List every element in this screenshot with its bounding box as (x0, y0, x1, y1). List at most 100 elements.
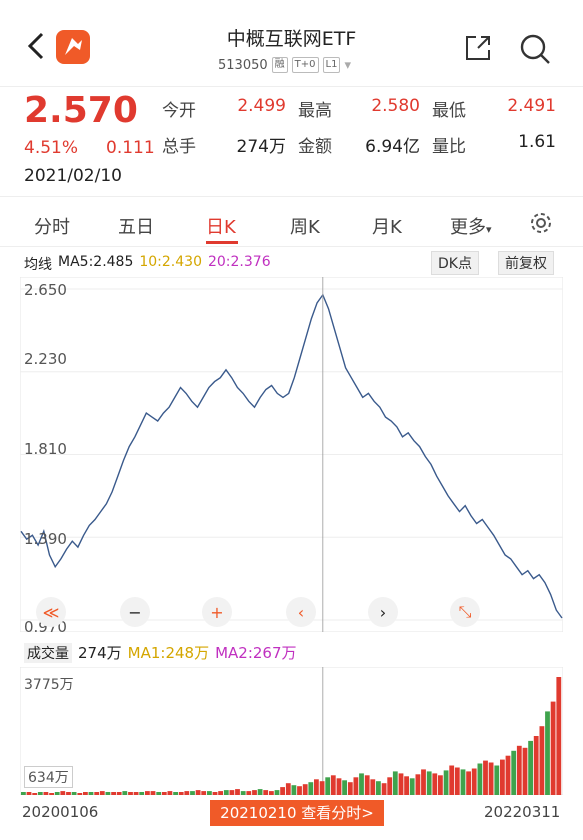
high-label: 最高 (298, 101, 332, 121)
volume-bar (353, 777, 359, 795)
volume-value: 274万 (78, 644, 122, 662)
volume-bar (426, 771, 432, 795)
y-tick-label: 2.230 (24, 350, 67, 368)
volume-bar (173, 792, 178, 795)
volume-bar (438, 775, 443, 795)
volume-bar (218, 791, 223, 795)
tab-weekly-k[interactable]: 周K (290, 213, 320, 239)
page-title: 中概互联网ETF (226, 28, 357, 50)
volume-max-label: 3775万 (24, 677, 74, 693)
volume-label[interactable]: 成交量 (24, 642, 72, 663)
volume-bar (483, 760, 488, 795)
hand-value: 274万 (236, 137, 286, 157)
low-label: 最低 (432, 101, 466, 121)
volume-bar (71, 792, 77, 795)
volume-bar (263, 790, 269, 795)
divider (0, 86, 583, 87)
volume-bar (392, 771, 398, 795)
volume-bar (522, 747, 528, 795)
volume-bar (302, 784, 308, 795)
volume-bar (285, 783, 291, 795)
chevron-down-icon: ▾ (486, 223, 492, 236)
zoom-in-button[interactable]: + (202, 597, 232, 627)
volume-bar (511, 750, 517, 795)
scroll-to-start-button[interactable]: ≪ (36, 597, 66, 627)
amount-value: 6.94亿 (365, 137, 420, 157)
volume-bar (21, 792, 26, 795)
volume-bar (49, 793, 54, 795)
volume-bar (257, 789, 263, 795)
volume-bar (184, 791, 190, 795)
volume-bar (505, 755, 511, 795)
dk-points-button[interactable]: DK点 (431, 251, 479, 275)
price-line-chart[interactable] (20, 277, 563, 632)
volume-bar (359, 773, 364, 795)
share-icon[interactable] (464, 34, 492, 62)
volume-bar (460, 769, 466, 795)
volume-bar (54, 792, 60, 795)
volume-bar (269, 791, 274, 795)
tab-monthly-k[interactable]: 月K (372, 213, 402, 239)
range-end-date: 20220311 (484, 803, 561, 821)
volume-bar (116, 792, 122, 795)
volume-bar (32, 793, 38, 795)
period-tabs: 分时 五日 日K 周K 月K 更多▾ (0, 205, 583, 245)
scroll-left-button[interactable]: ‹ (286, 597, 316, 627)
code-row: 513050 融 T+0 L1 ▾ (218, 57, 351, 73)
adjust-button[interactable]: 前复权 (498, 251, 554, 275)
volume-bar (516, 745, 522, 795)
volume-bar (223, 790, 229, 795)
volume-bar (161, 792, 167, 795)
chevron-down-icon[interactable]: ▾ (344, 58, 351, 73)
zoom-out-button[interactable]: − (120, 597, 150, 627)
volume-bar (150, 791, 156, 795)
view-intraday-button[interactable]: 20210210 查看分时> (210, 800, 384, 826)
tag-margin: 融 (271, 57, 288, 73)
change-amount: 0.111 (106, 138, 155, 158)
divider (0, 196, 583, 197)
volume-bar (381, 783, 387, 795)
search-icon[interactable] (518, 32, 552, 66)
volume-bar (207, 791, 212, 795)
volume-bar (308, 782, 314, 795)
price-series-line (20, 293, 563, 619)
volume-bar (37, 792, 43, 795)
y-tick-label: 1.810 (24, 440, 67, 458)
volume-bar (336, 778, 342, 795)
volume-bar (94, 792, 100, 795)
quote-date: 2021/02/10 (24, 166, 122, 186)
volume-bar (387, 777, 393, 795)
volume-bar (443, 770, 449, 795)
volume-ma2: MA2:267万 (215, 644, 297, 662)
volume-bar (280, 787, 285, 795)
change-percent: 4.51% (24, 138, 79, 158)
top-bar: 中概互联网ETF 513050 融 T+0 L1 ▾ (0, 0, 583, 86)
volume-bar (347, 782, 353, 795)
volume-bar (156, 792, 162, 795)
volume-bar (466, 771, 471, 795)
volume-bar-chart[interactable] (20, 667, 563, 795)
tab-more[interactable]: 更多▾ (450, 213, 492, 239)
date-range-bar: 20200106 20210210 查看分时> 20220311 (0, 800, 583, 826)
volume-bar (550, 701, 556, 795)
volume-min-label: 634万 (24, 766, 73, 788)
tab-intraday[interactable]: 分时 (34, 213, 70, 239)
volume-bar (342, 780, 347, 795)
y-tick-label: 1.390 (24, 530, 67, 548)
volume-bar (43, 792, 49, 795)
fullscreen-button[interactable]: ⤡ (450, 597, 480, 627)
volume-bar (88, 792, 94, 795)
volume-bar (274, 790, 280, 795)
tab-daily-k[interactable]: 日K (206, 213, 236, 239)
volume-bar (471, 768, 477, 795)
ratio-value: 1.61 (518, 132, 556, 152)
tag-l1: L1 (322, 57, 341, 73)
open-label: 今开 (162, 101, 196, 121)
volume-ma1: MA1:248万 (127, 644, 210, 662)
tab-five-day[interactable]: 五日 (118, 213, 154, 239)
volume-bar (415, 774, 421, 795)
scroll-right-button[interactable]: › (368, 597, 398, 627)
volume-bar (370, 779, 376, 795)
volume-bar (421, 769, 426, 795)
gear-icon[interactable] (528, 210, 554, 236)
